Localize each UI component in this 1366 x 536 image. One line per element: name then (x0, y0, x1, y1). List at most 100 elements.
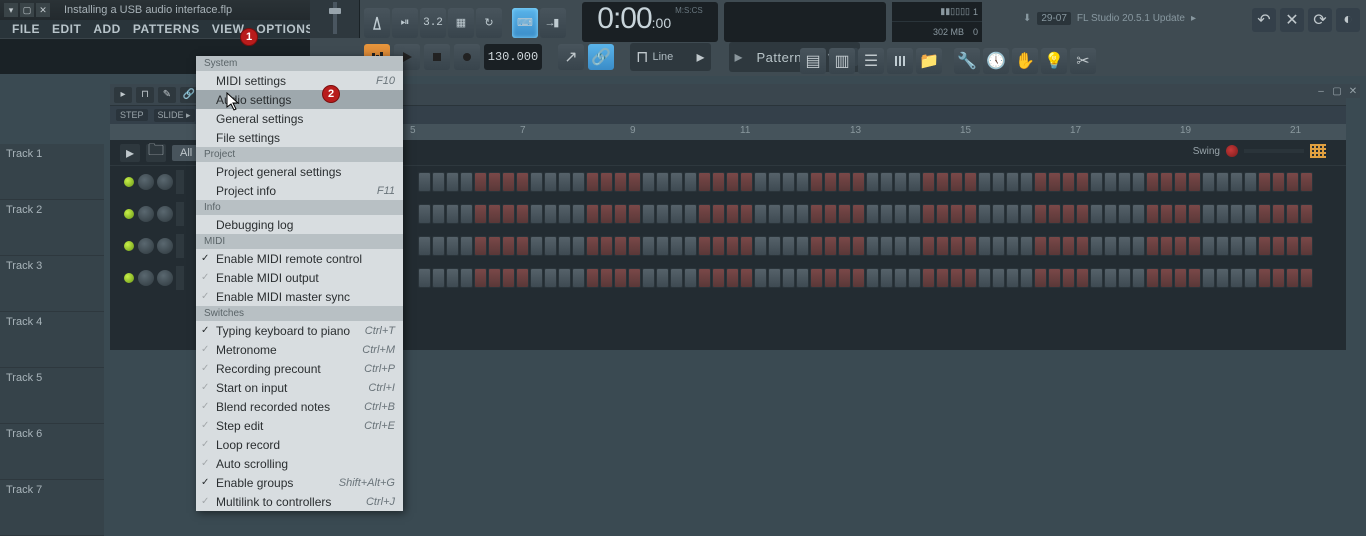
step-button[interactable] (852, 204, 865, 224)
step-button[interactable] (1048, 236, 1061, 256)
step-button[interactable] (1258, 172, 1271, 192)
step-button[interactable] (1202, 236, 1215, 256)
step-button[interactable] (1230, 268, 1243, 288)
channel-vol-knob[interactable] (157, 270, 173, 286)
step-button[interactable] (1146, 268, 1159, 288)
step-button[interactable] (1020, 236, 1033, 256)
track-4[interactable]: Track 4 (0, 312, 104, 368)
step-button[interactable] (908, 268, 921, 288)
step-button[interactable] (1188, 204, 1201, 224)
step-button[interactable] (656, 268, 669, 288)
browser-button[interactable]: 📁 (916, 48, 942, 74)
step-button[interactable] (1202, 204, 1215, 224)
step-button[interactable] (628, 172, 641, 192)
menu-project-info[interactable]: Project infoF11 (196, 181, 403, 200)
step-button[interactable] (642, 204, 655, 224)
step-button[interactable] (1286, 204, 1299, 224)
step-button[interactable] (1160, 236, 1173, 256)
step-button[interactable] (754, 268, 767, 288)
step-button[interactable] (1272, 204, 1285, 224)
step-button[interactable] (964, 268, 977, 288)
undo-history-icon[interactable]: 💡 (1041, 48, 1067, 74)
menu-step-edit[interactable]: ✓Step editCtrl+E (196, 416, 403, 435)
step-button[interactable] (1104, 172, 1117, 192)
step-button[interactable] (1048, 204, 1061, 224)
step-button[interactable] (1216, 204, 1229, 224)
step-button[interactable] (1034, 268, 1047, 288)
step-button[interactable] (908, 236, 921, 256)
step-button[interactable] (1006, 236, 1019, 256)
step-button[interactable] (516, 204, 529, 224)
step-button[interactable] (586, 204, 599, 224)
step-button[interactable] (670, 268, 683, 288)
step-button[interactable] (824, 268, 837, 288)
menu-enable-groups[interactable]: ✓Enable groupsShift+Alt+G (196, 473, 403, 492)
step-button[interactable] (852, 172, 865, 192)
step-button[interactable] (1104, 268, 1117, 288)
step-button[interactable] (894, 204, 907, 224)
step-button[interactable] (880, 172, 893, 192)
track-1[interactable]: Track 1 (0, 144, 104, 200)
step-button[interactable] (1202, 172, 1215, 192)
step-button[interactable] (1174, 204, 1187, 224)
maximize-button[interactable]: ▢ (20, 3, 34, 17)
menu-typing-keyboard[interactable]: ✓Typing keyboard to pianoCtrl+T (196, 321, 403, 340)
step-button[interactable] (908, 172, 921, 192)
step-button[interactable] (516, 268, 529, 288)
step-button[interactable] (782, 236, 795, 256)
channel-select[interactable] (176, 202, 184, 226)
channel-vol-knob[interactable] (157, 238, 173, 254)
step-button[interactable] (1230, 172, 1243, 192)
step-button[interactable] (642, 236, 655, 256)
step-button[interactable] (1160, 204, 1173, 224)
step-button[interactable] (1090, 236, 1103, 256)
step-button[interactable] (446, 172, 459, 192)
step-button[interactable] (474, 204, 487, 224)
menu-file[interactable]: FILE (6, 22, 46, 36)
step-button[interactable] (572, 236, 585, 256)
track-6[interactable]: Track 6 (0, 424, 104, 480)
step-button[interactable] (488, 268, 501, 288)
step-button[interactable] (684, 268, 697, 288)
step-button[interactable] (1286, 236, 1299, 256)
step-button[interactable] (558, 204, 571, 224)
news-panel[interactable]: ⬇ 29-07 FL Studio 20.5.1 Update ▸ (1023, 12, 1196, 25)
step-button[interactable] (698, 268, 711, 288)
menu-edit[interactable]: EDIT (46, 22, 87, 36)
step-button[interactable] (432, 268, 445, 288)
step-button[interactable] (502, 172, 515, 192)
pattern-prev[interactable]: ▸ (731, 47, 747, 67)
step-button[interactable] (894, 172, 907, 192)
step-button[interactable] (1300, 268, 1313, 288)
step-button[interactable] (922, 236, 935, 256)
cr-pencil-icon[interactable]: ✎ (158, 87, 176, 103)
step-button[interactable] (1188, 236, 1201, 256)
step-button[interactable] (558, 268, 571, 288)
channel-pan-knob[interactable] (138, 206, 154, 222)
cpu-meter[interactable]: ▮▮▯▯▯▯1 302 MB0 (892, 2, 982, 42)
step-button[interactable] (1202, 268, 1215, 288)
time-display[interactable]: 0:00 :00 M:S:CS (582, 2, 718, 42)
step-button[interactable] (586, 172, 599, 192)
step-button[interactable] (1146, 172, 1159, 192)
step-button[interactable] (978, 236, 991, 256)
step-button[interactable] (558, 236, 571, 256)
channel-rack-button[interactable]: ☰ (858, 48, 884, 74)
step-button[interactable] (740, 236, 753, 256)
step-button[interactable] (628, 236, 641, 256)
snap-selector[interactable]: ⊓ Line ▸ (630, 43, 711, 71)
step-button[interactable] (502, 268, 515, 288)
step-button[interactable] (852, 268, 865, 288)
channel-select[interactable] (176, 170, 184, 194)
step-button[interactable] (684, 204, 697, 224)
menu-patterns[interactable]: PATTERNS (127, 22, 206, 36)
step-button[interactable] (614, 204, 627, 224)
step-button[interactable] (936, 204, 949, 224)
step-button[interactable] (474, 172, 487, 192)
step-button[interactable] (978, 268, 991, 288)
step-button[interactable] (1272, 172, 1285, 192)
step-button[interactable] (1006, 268, 1019, 288)
step-button[interactable] (894, 236, 907, 256)
step-button[interactable] (530, 236, 543, 256)
step-button[interactable] (1188, 268, 1201, 288)
